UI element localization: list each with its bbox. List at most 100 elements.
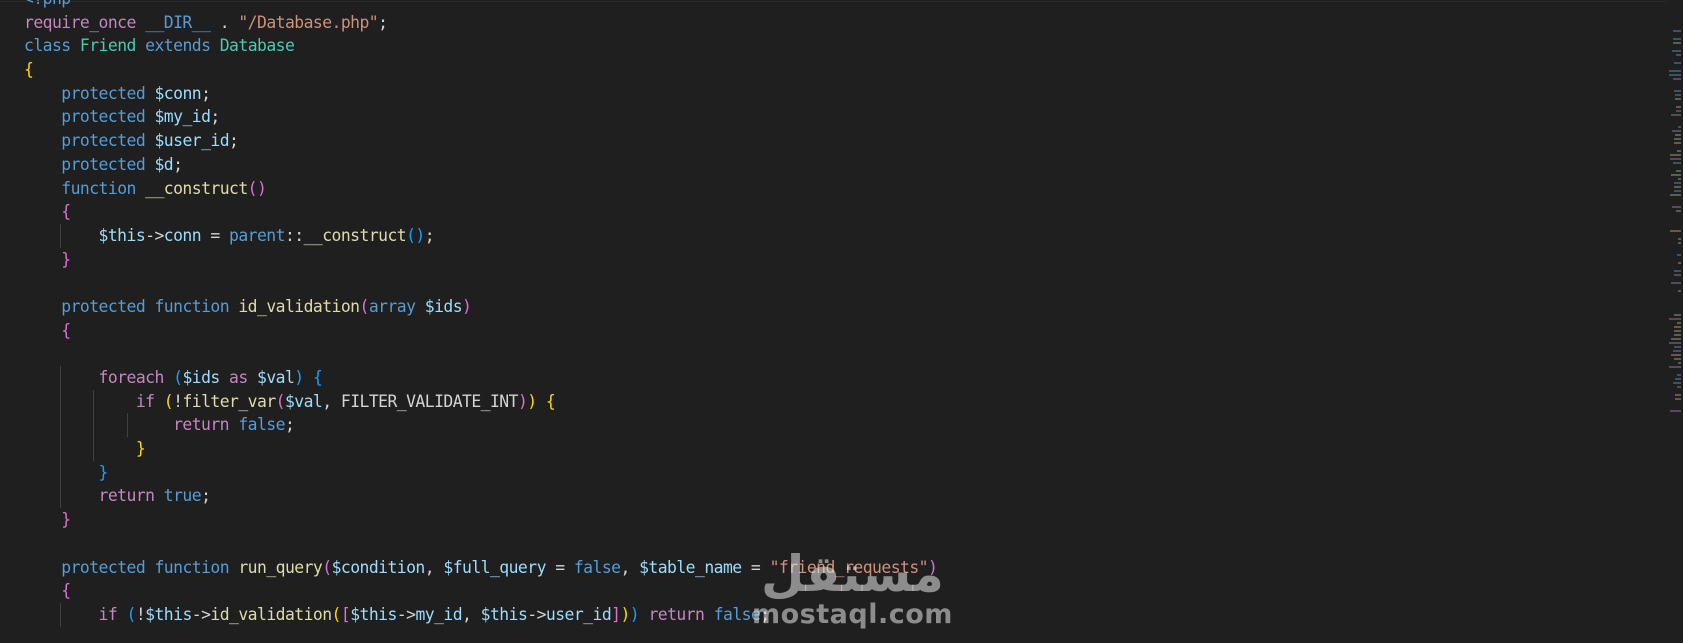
code-token: return <box>173 415 230 435</box>
code-editor[interactable]: <?php require_once __DIR__ . "/Database.p… <box>0 0 1683 643</box>
minimap-line <box>1669 366 1681 368</box>
minimap-line <box>1673 382 1681 384</box>
code-token: $conn <box>154 83 202 103</box>
minimap-line <box>1678 262 1681 264</box>
code-token: false <box>713 604 761 624</box>
code-token: $this <box>350 604 397 624</box>
code-line[interactable]: return true; <box>24 484 937 509</box>
code-line[interactable]: if (!filter_var($val, FILTER_VALIDATE_IN… <box>24 389 937 414</box>
minimap-line <box>1674 330 1681 332</box>
code-line[interactable]: protected $my_id; <box>24 105 937 129</box>
minimap-line <box>1674 346 1681 348</box>
code-line[interactable]: protected $user_id; <box>24 129 937 153</box>
code-token: , <box>424 557 444 577</box>
code-line[interactable] <box>24 271 937 295</box>
code-line[interactable]: } <box>24 460 937 485</box>
indent-guide <box>59 223 61 248</box>
code-token: } <box>98 462 109 482</box>
code-token: function <box>154 296 230 316</box>
code-line[interactable]: } <box>24 508 937 532</box>
minimap-line <box>1674 274 1681 276</box>
code-token: -> <box>145 225 164 245</box>
code-token: ) <box>294 368 304 387</box>
minimap-line <box>1671 114 1681 116</box>
indent-guide <box>59 602 61 627</box>
code-token: id_validation <box>238 296 360 316</box>
code-line[interactable]: require_once __DIR__ . "/Database.php"; <box>24 11 937 35</box>
indent-guide <box>59 484 61 509</box>
minimap[interactable] <box>1667 0 1683 643</box>
code-line[interactable]: } <box>24 248 937 272</box>
indent-guide <box>93 437 95 461</box>
code-line[interactable]: { <box>24 200 937 224</box>
minimap-line <box>1675 134 1681 136</box>
minimap-line <box>1674 190 1681 192</box>
code-line[interactable]: protected function id_validation(array $… <box>24 295 937 319</box>
code-token: ; <box>424 225 435 245</box>
code-token: ( <box>126 604 137 624</box>
minimap-line <box>1671 282 1681 284</box>
minimap-line <box>1675 94 1681 96</box>
code-area[interactable]: <?php require_once __DIR__ . "/Database.p… <box>24 0 938 627</box>
code-token: } <box>61 249 71 269</box>
indent-guide <box>93 413 95 438</box>
minimap-line <box>1672 206 1681 208</box>
code-line[interactable]: $this->conn = parent::__construct(); <box>24 223 937 248</box>
code-token: ) <box>527 391 537 411</box>
minimap-line <box>1676 54 1681 56</box>
indent-guide <box>59 366 61 390</box>
code-token: , <box>620 557 640 577</box>
code-line[interactable]: { <box>24 58 937 82</box>
code-line[interactable]: if (!$this->id_validation([$this->my_id,… <box>24 602 937 627</box>
code-line[interactable]: { <box>24 319 937 343</box>
code-line[interactable]: protected function run_query($condition,… <box>24 556 938 580</box>
code-line[interactable]: protected $conn; <box>24 82 937 106</box>
code-token: ; <box>173 154 183 174</box>
code-token: __construct <box>303 225 407 245</box>
code-token: return <box>648 604 705 624</box>
minimap-line <box>1675 378 1681 380</box>
minimap-line <box>1674 142 1681 144</box>
code-line[interactable]: foreach ($ids as $val) { <box>24 366 937 390</box>
code-token: ) <box>629 604 640 624</box>
code-token: protected <box>61 557 146 577</box>
code-token: ) <box>462 296 472 316</box>
minimap-line <box>1669 318 1681 320</box>
code-line[interactable]: } <box>24 437 937 461</box>
code-token: { <box>312 368 323 387</box>
minimap-line <box>1675 398 1681 400</box>
code-line[interactable]: { <box>24 579 937 603</box>
code-token: foreach <box>98 368 165 387</box>
minimap-line <box>1674 358 1681 360</box>
minimap-line <box>1673 78 1681 80</box>
minimap-line <box>1677 386 1681 388</box>
code-token: [ <box>340 604 351 624</box>
code-line[interactable]: return false; <box>24 413 937 438</box>
code-line[interactable]: <?php <box>24 0 937 11</box>
code-token: = <box>545 557 574 577</box>
minimap-line <box>1674 90 1681 92</box>
code-token: if <box>135 391 155 411</box>
minimap-line <box>1674 62 1681 64</box>
code-line[interactable]: protected $d; <box>24 153 937 177</box>
indent-guide <box>93 389 95 414</box>
code-token: run_query <box>238 557 323 577</box>
minimap-line <box>1675 98 1681 100</box>
code-token: __DIR__ <box>145 12 211 32</box>
code-line[interactable]: class Friend extends Database <box>24 34 937 58</box>
code-line[interactable]: function __construct() <box>24 177 937 201</box>
minimap-line <box>1670 410 1681 412</box>
minimap-line <box>1678 290 1681 292</box>
code-line[interactable] <box>24 342 937 366</box>
code-line[interactable] <box>24 532 937 556</box>
code-token: $this <box>98 225 146 245</box>
